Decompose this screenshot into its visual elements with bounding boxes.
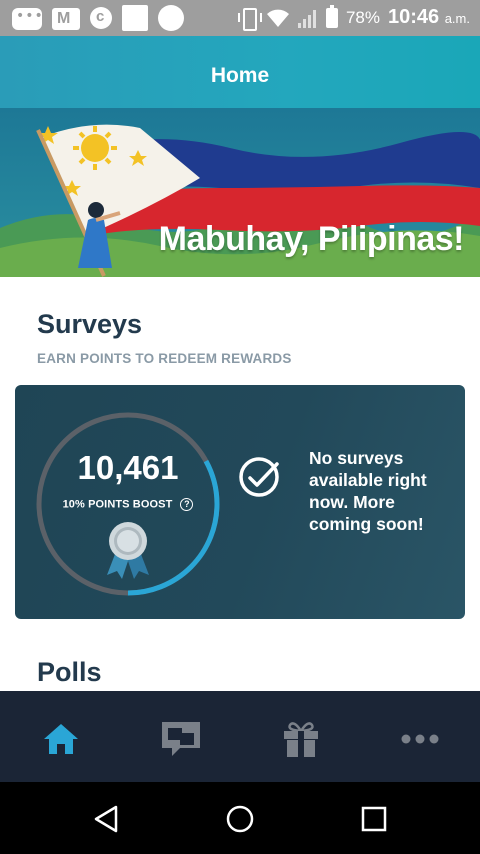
nav-home[interactable] bbox=[39, 719, 83, 759]
page-title: Home bbox=[210, 64, 270, 87]
square-icon bbox=[122, 5, 148, 31]
surveys-title: Surveys bbox=[37, 309, 143, 339]
battery-icon bbox=[325, 4, 338, 28]
nav-more[interactable] bbox=[398, 719, 442, 759]
points-boost: 10% POINTS BOOST? bbox=[51, 498, 205, 511]
circle-icon bbox=[158, 5, 184, 31]
banner-headline: Mabuhay, Pilipinas! bbox=[158, 220, 465, 258]
wifi-icon bbox=[266, 9, 289, 27]
system-nav-bar bbox=[0, 782, 480, 854]
vibrate-icon bbox=[237, 7, 262, 31]
surveys-subtitle: EARN POINTS TO REDEEM REWARDS bbox=[37, 351, 292, 366]
chat-icon bbox=[162, 722, 200, 756]
notification-icons bbox=[12, 5, 184, 31]
polls-title: Polls bbox=[37, 657, 102, 687]
survey-card[interactable]: 10,461 10% POINTS BOOST? No surveys avai… bbox=[15, 385, 465, 619]
bottom-nav bbox=[0, 691, 480, 782]
help-icon[interactable]: ? bbox=[180, 498, 194, 511]
check-circle-icon bbox=[239, 457, 279, 497]
battery-percent: 78% bbox=[345, 7, 380, 27]
gift-icon bbox=[284, 722, 318, 757]
app-header: Home bbox=[0, 36, 480, 108]
mail-icon bbox=[52, 8, 80, 30]
status-bar: 78% 10:46 a.m. bbox=[0, 0, 480, 36]
ribbon-medal-icon bbox=[107, 522, 149, 579]
banner: Mabuhay, Pilipinas! bbox=[0, 108, 480, 277]
c-circle-icon bbox=[90, 7, 112, 29]
nav-rewards[interactable] bbox=[279, 719, 323, 759]
system-indicators: 78% 10:46 a.m. bbox=[237, 4, 470, 31]
no-surveys-message: No surveys available right now. More com… bbox=[309, 448, 427, 534]
home-icon bbox=[44, 724, 78, 754]
points-balance: 10,461 bbox=[77, 449, 179, 486]
nav-chat[interactable] bbox=[159, 719, 203, 759]
home-button-icon[interactable] bbox=[225, 804, 255, 834]
signal-icon bbox=[297, 8, 318, 28]
recents-icon[interactable] bbox=[359, 804, 389, 834]
back-icon[interactable] bbox=[92, 804, 122, 834]
home-content: Surveys EARN POINTS TO REDEEM REWARDS 10… bbox=[0, 277, 480, 691]
clock: 10:46 a.m. bbox=[387, 6, 470, 28]
points-boost-label: 10% POINTS BOOST bbox=[62, 498, 173, 511]
more-icon bbox=[401, 734, 439, 744]
message-icon bbox=[12, 8, 44, 30]
